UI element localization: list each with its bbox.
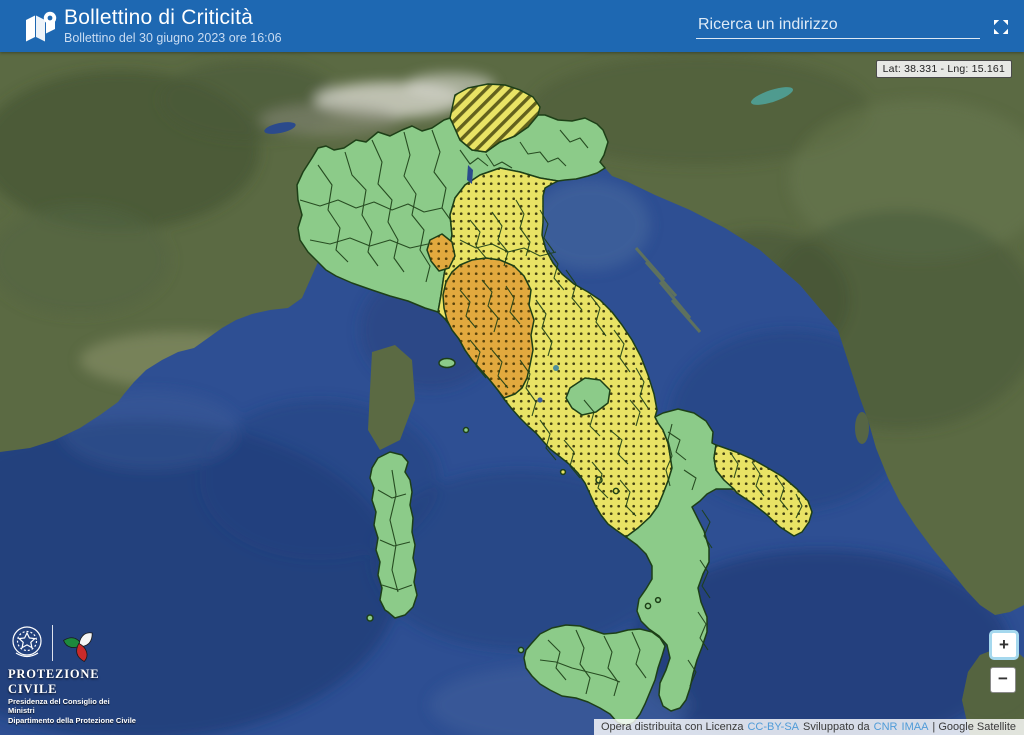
fullscreen-icon[interactable] (992, 18, 1010, 36)
address-search (696, 14, 980, 39)
logo-divider (52, 624, 53, 661)
island-aeolian-green-2[interactable] (654, 596, 662, 604)
attribution-bar: Opera distribuita con Licenza CC-BY-SA S… (593, 719, 1024, 735)
logo-subtitle-2: Dipartimento della Protezione Civile (8, 715, 136, 725)
island-aeolian-green-1[interactable] (644, 602, 652, 610)
island-elba-green[interactable] (438, 357, 456, 369)
cnr-link[interactable]: CNR (874, 721, 898, 733)
coords-badge: Lat: 38.331 - Lng: 15.161 (875, 60, 1012, 78)
bulletin-map-app: Bollettino di Criticità Bollettino del 3… (0, 0, 1024, 735)
island-ponza-yellow[interactable] (559, 468, 567, 476)
logo-org-name: PROTEZIONE CIVILE (8, 666, 100, 696)
island-capri-yellow[interactable] (612, 487, 620, 495)
header-bar: Bollettino di Criticità Bollettino del 3… (0, 0, 1024, 52)
tricolor-logo-icon (63, 631, 93, 662)
search-input[interactable] (696, 14, 980, 39)
attribution-prefix: Opera distribuita con Licenza (600, 721, 744, 733)
italy-emblem-icon (12, 625, 42, 657)
island-giglio-green[interactable] (462, 426, 470, 434)
protezione-civile-logo: PROTEZIONE CIVILE Presidenza del Consigl… (8, 622, 138, 726)
zoom-out-button[interactable]: − (990, 667, 1016, 693)
island-egadi-green[interactable] (517, 646, 525, 654)
logo-subtitle-1: Presidenza del Consiglio dei Ministri (8, 696, 110, 716)
page-subtitle: Bollettino del 30 giugno 2023 ore 16:06 (64, 31, 282, 45)
page-title: Bollettino di Criticità (64, 6, 254, 29)
license-link[interactable]: CC-BY-SA (747, 721, 799, 733)
zoom-in-button[interactable]: + (989, 630, 1019, 660)
imaa-link[interactable]: IMAA (902, 721, 929, 733)
island-sant-antioco-green[interactable] (366, 614, 374, 622)
attribution-suffix: | Google Satellite (932, 721, 1016, 733)
attribution-middle: Sviluppato da (803, 721, 870, 733)
map-pin-icon (26, 11, 57, 42)
map-canvas[interactable] (0, 0, 1024, 735)
